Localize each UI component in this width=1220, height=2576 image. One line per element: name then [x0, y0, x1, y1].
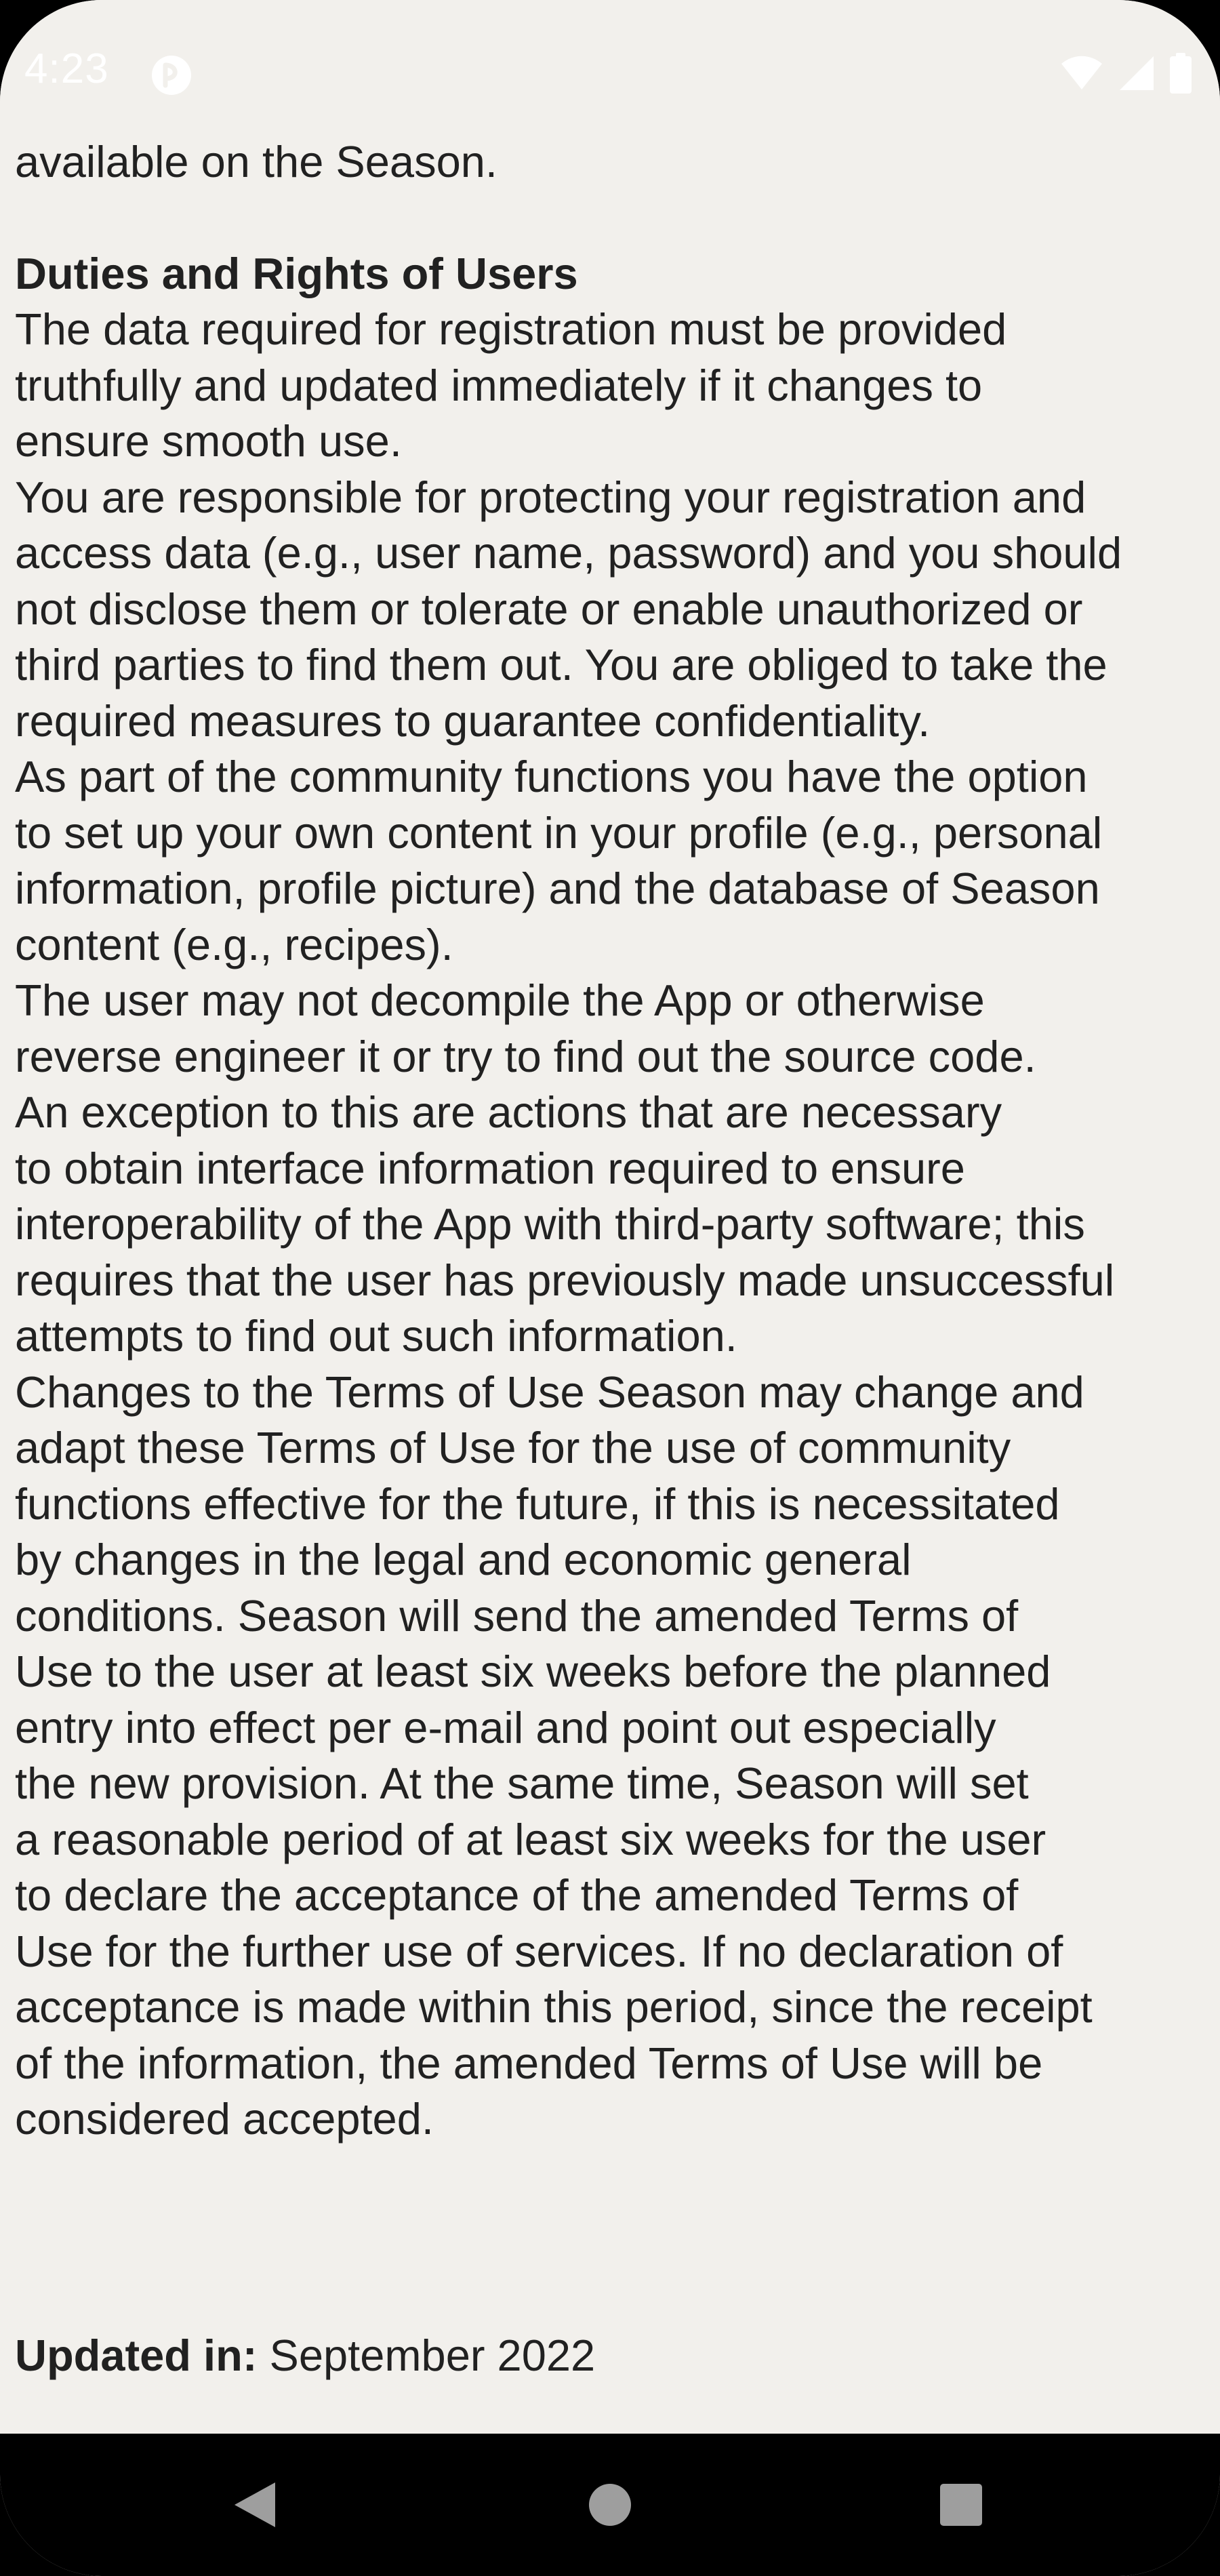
- recents-icon: [940, 2484, 982, 2526]
- wifi-icon: [1061, 56, 1102, 89]
- terms-line: information, profile picture) and the da…: [15, 864, 1100, 913]
- back-button[interactable]: [220, 2471, 288, 2539]
- terms-line: to declare the acceptance of the amended…: [15, 1870, 1019, 1920]
- terms-line: As part of the community functions you h…: [15, 752, 1088, 801]
- terms-content: available on the Season. Duties and Righ…: [15, 137, 1208, 2148]
- terms-line: third parties to find them out. You are …: [15, 640, 1107, 689]
- terms-line: You are responsible for protecting your …: [15, 472, 1086, 522]
- terms-line: truthfully and updated immediately if it…: [15, 360, 983, 410]
- updated-date: Updated in: September 2022: [15, 2330, 595, 2381]
- terms-line: The data required for registration must …: [15, 304, 1007, 354]
- status-icons: [1060, 53, 1192, 94]
- updated-value: September 2022: [269, 2331, 596, 2380]
- terms-line: of the information, the amended Terms of…: [15, 2038, 1043, 2088]
- home-button[interactable]: [576, 2471, 644, 2539]
- terms-line: content (e.g., recipes).: [15, 919, 453, 969]
- terms-line: access data (e.g., user name, password) …: [15, 528, 1122, 578]
- terms-line: attempts to find out such information.: [15, 1311, 737, 1361]
- terms-line: conditions. Season will send the amended…: [15, 1590, 1019, 1641]
- terms-line: Changes to the Terms of Use Season may c…: [15, 1367, 1084, 1417]
- terms-line: not disclose them or tolerate or enable …: [15, 584, 1083, 634]
- terms-line: Use for the further use of services. If …: [15, 1926, 1063, 1976]
- phone-screen: 4:23 available on the Season. Duties and…: [0, 0, 1220, 2576]
- terms-line: to obtain interface information required…: [15, 1143, 965, 1193]
- season-app-icon: [152, 56, 191, 95]
- terms-line: functions effective for the future, if t…: [15, 1478, 1060, 1529]
- terms-line: a reasonable period of at least six week…: [15, 1814, 1046, 1864]
- terms-line: the new provision. At the same time, Sea…: [15, 1758, 1029, 1808]
- terms-line: by changes in the legal and economic gen…: [15, 1535, 912, 1584]
- back-icon: [235, 2482, 275, 2527]
- terms-line: entry into effect per e-mail and point o…: [15, 1702, 996, 1752]
- terms-line: adapt these Terms of Use for the use of …: [15, 1423, 1011, 1472]
- terms-line: An exception to this are actions that ar…: [15, 1087, 1002, 1137]
- terms-line: required measures to guarantee confident…: [15, 696, 931, 746]
- terms-line: Use to the user at least six weeks befor…: [15, 1647, 1051, 1696]
- recents-button[interactable]: [927, 2471, 995, 2539]
- status-time: 4:23: [24, 45, 109, 92]
- signal-icon: [1120, 56, 1154, 90]
- cut-off-line: available on the Season.: [15, 137, 497, 186]
- battery-icon: [1170, 53, 1192, 94]
- updated-label: Updated in:: [15, 2331, 258, 2380]
- terms-line: acceptance is made within this period, s…: [15, 1982, 1093, 2032]
- terms-line: reverse engineer it or try to find out t…: [15, 1031, 1036, 1081]
- navigation-bar: [0, 2434, 1220, 2576]
- terms-line: to set up your own content in your profi…: [15, 807, 1103, 858]
- home-icon: [589, 2484, 631, 2526]
- terms-line: ensure smooth use.: [15, 416, 402, 466]
- terms-line: interoperability of the App with third-p…: [15, 1199, 1085, 1249]
- terms-line: considered accepted.: [15, 2094, 434, 2144]
- terms-line: The user may not decompile the App or ot…: [15, 975, 985, 1025]
- terms-line: requires that the user has previously ma…: [15, 1255, 1115, 1305]
- status-bar: 4:23: [0, 0, 1220, 142]
- section-heading: Duties and Rights of Users: [15, 248, 578, 298]
